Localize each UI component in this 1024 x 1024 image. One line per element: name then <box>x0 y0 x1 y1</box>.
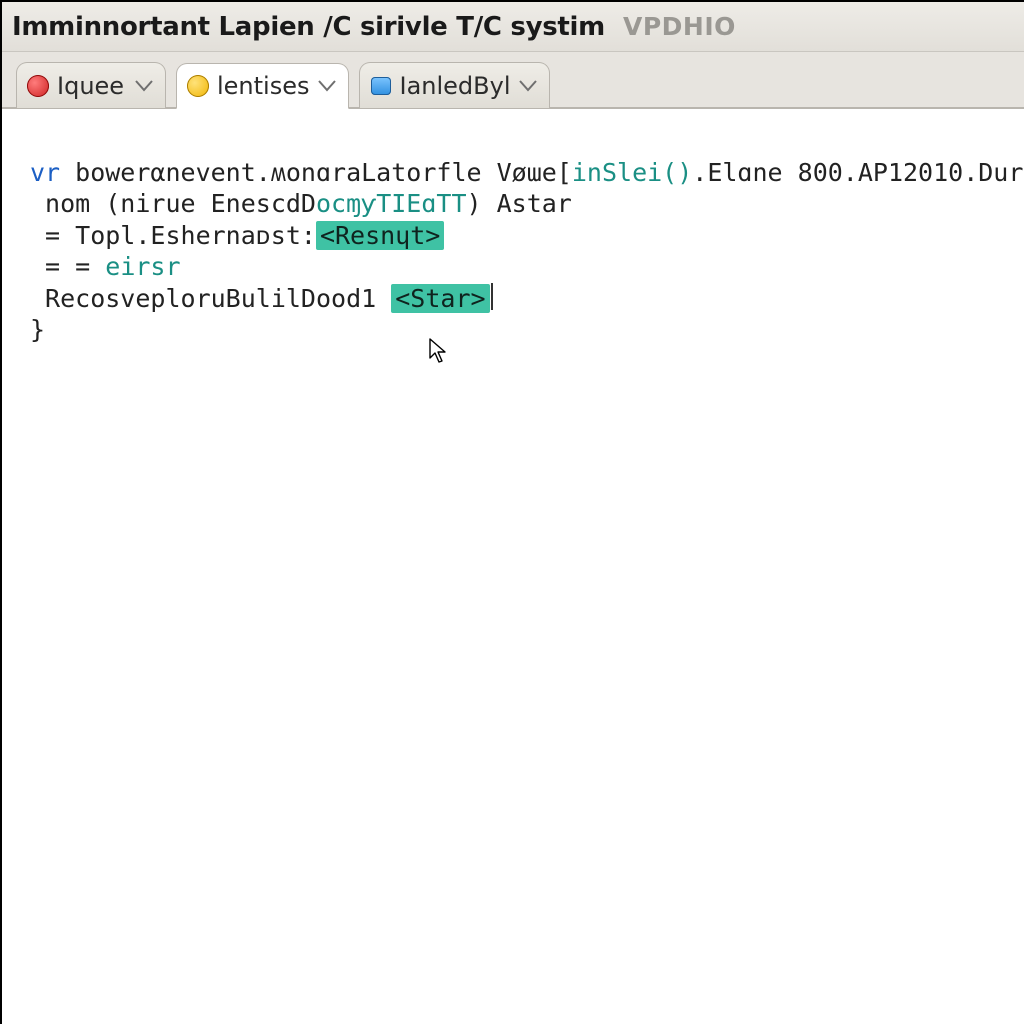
red-circle-icon <box>27 75 49 97</box>
tab-bar: Iquee lentises IanledByl <box>2 52 1024 108</box>
text-caret <box>491 283 493 309</box>
code-line-3: = Topl.Eshernaᴅst:<Resnɥt> <box>30 221 444 250</box>
highlight-result: <Resnɥt> <box>316 221 444 250</box>
code-line-1: vr bowerαnevent.ʍonɑraLatorfle Vøɯe[inSl… <box>30 158 1024 187</box>
chevron-down-icon[interactable] <box>135 80 153 92</box>
code-line-5: RecosveploruBulilDood1 <Star> <box>30 284 493 313</box>
app-window: Imminnortant Lapien /C sirivle T/C systi… <box>0 0 1024 1024</box>
code-line-4: = = eirsr <box>30 252 181 281</box>
code-line-2: nom (nirue EnescdDocɱƴTIEɑTT) Astar <box>30 189 572 218</box>
code-line-6: } <box>30 315 45 344</box>
mouse-pointer-icon <box>429 275 447 301</box>
title-bar: Imminnortant Lapien /C sirivle T/C systi… <box>2 2 1024 52</box>
chevron-down-icon[interactable] <box>318 80 336 92</box>
blue-box-icon <box>370 75 392 97</box>
tab-label: lentises <box>217 72 310 100</box>
code-editor[interactable]: vr bowerαnevent.ʍonɑraLatorfle Vøɯe[inSl… <box>2 108 1024 1024</box>
yellow-face-icon <box>187 75 209 97</box>
chevron-down-icon[interactable] <box>519 80 537 92</box>
tab-iquee[interactable]: Iquee <box>16 62 166 108</box>
window-subtitle: VPDHIO <box>623 12 736 41</box>
tab-label: Iquee <box>57 72 124 100</box>
window-title: Imminnortant Lapien /C sirivle T/C systi… <box>12 12 605 42</box>
tab-label: IanledByl <box>400 72 511 100</box>
tab-lentises[interactable]: lentises <box>176 63 349 109</box>
tab-ianledbyl[interactable]: IanledByl <box>359 62 550 108</box>
